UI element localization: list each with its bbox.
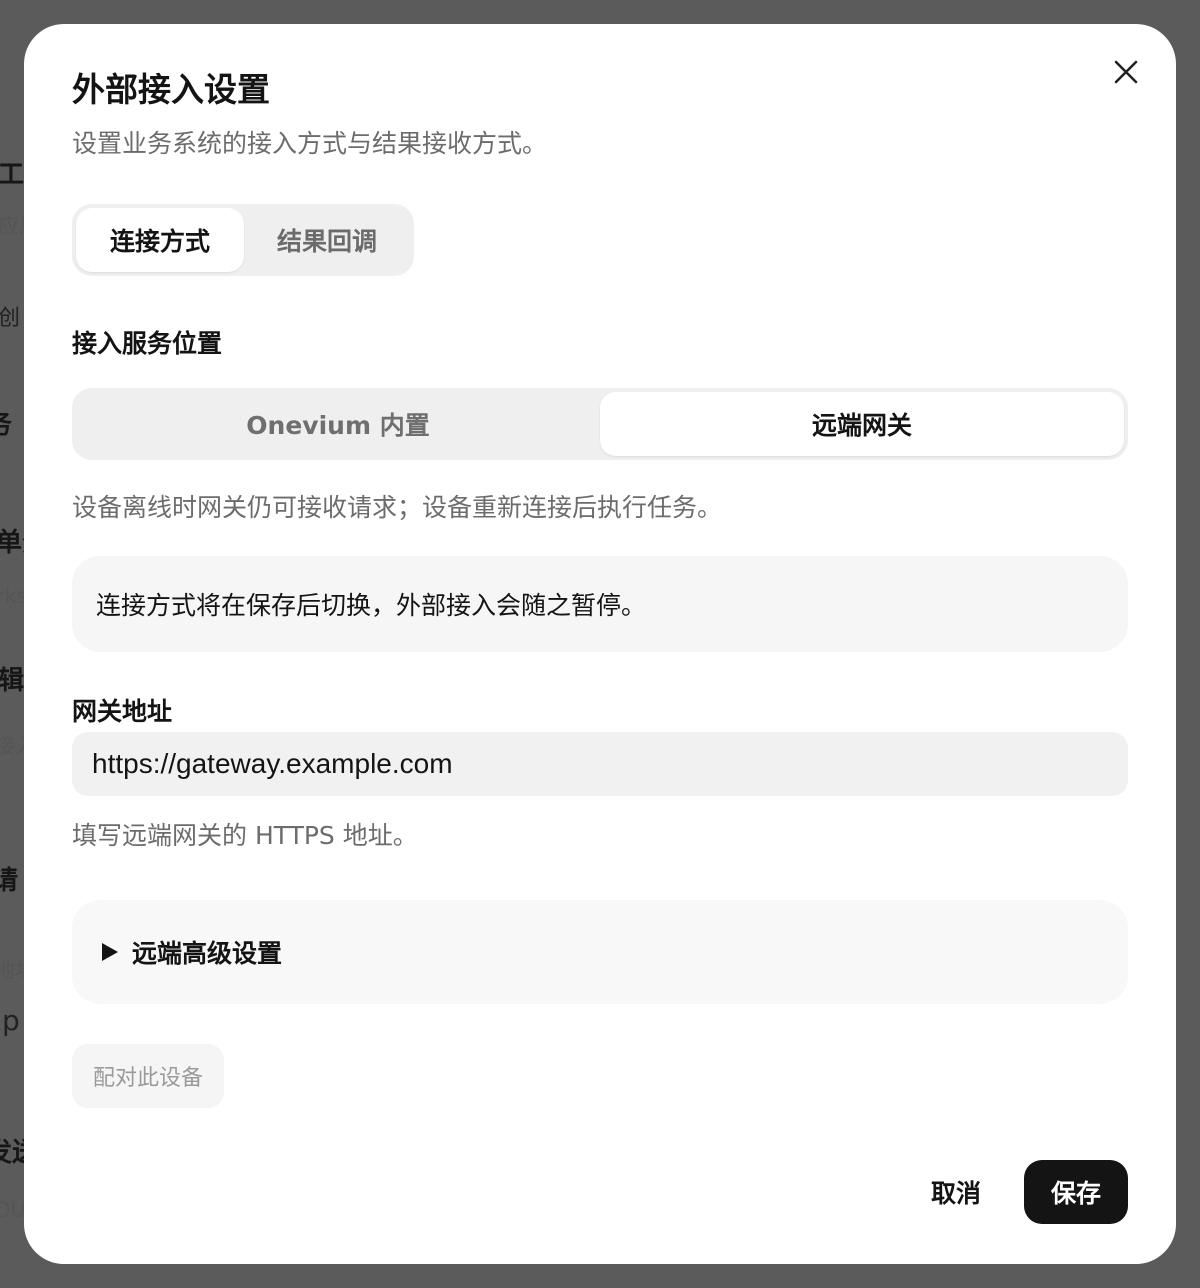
tab-bar: 连接方式 结果回调 xyxy=(72,204,414,276)
background-text: 请 xyxy=(0,866,19,896)
background-text: 工 xyxy=(0,160,25,190)
background-text: 创 xyxy=(0,306,21,331)
advanced-settings-toggle[interactable]: 远端高级设置 xyxy=(72,900,1128,1004)
save-button[interactable]: 保存 xyxy=(1024,1160,1128,1224)
option-builtin[interactable]: Onevium 内置 xyxy=(76,392,600,456)
background-text: 务 xyxy=(0,404,12,441)
close-icon xyxy=(1114,60,1138,84)
service-location-label: 接入服务位置 xyxy=(72,329,223,358)
tab-connection-method[interactable]: 连接方式 xyxy=(76,208,244,272)
option-remote-gateway[interactable]: 远端网关 xyxy=(600,392,1124,456)
advanced-settings-label: 远端高级设置 xyxy=(132,939,283,968)
switch-notice: 连接方式将在保存后切换，外部接入会随之暂停。 xyxy=(72,556,1128,652)
background-text: OU xyxy=(0,1198,26,1222)
gateway-address-input[interactable] xyxy=(72,732,1128,796)
background-text: 辑 xyxy=(0,666,25,696)
tab-result-callback[interactable]: 结果回调 xyxy=(244,208,410,272)
pair-device-button[interactable]: 配对此设备 xyxy=(72,1044,224,1108)
external-access-dialog: 外部接入设置 设置业务系统的接入方式与结果接收方式。 连接方式 结果回调 接入服… xyxy=(24,24,1176,1264)
gateway-address-helper: 填写远端网关的 HTTPS 地址。 xyxy=(72,821,418,850)
service-location-selector: Onevium 内置 远端网关 xyxy=(72,388,1128,460)
triangle-right-icon xyxy=(102,943,118,961)
dialog-subtitle: 设置业务系统的接入方式与结果接收方式。 xyxy=(72,129,548,158)
background-text: p xyxy=(2,1004,20,1037)
dialog-title: 外部接入设置 xyxy=(72,70,270,109)
close-button[interactable] xyxy=(1112,58,1140,86)
gateway-address-label: 网关地址 xyxy=(72,697,173,726)
service-location-helper: 设备离线时网关仍可接收请求；设备重新连接后执行任务。 xyxy=(72,493,723,522)
cancel-button[interactable]: 取消 xyxy=(900,1160,1012,1224)
